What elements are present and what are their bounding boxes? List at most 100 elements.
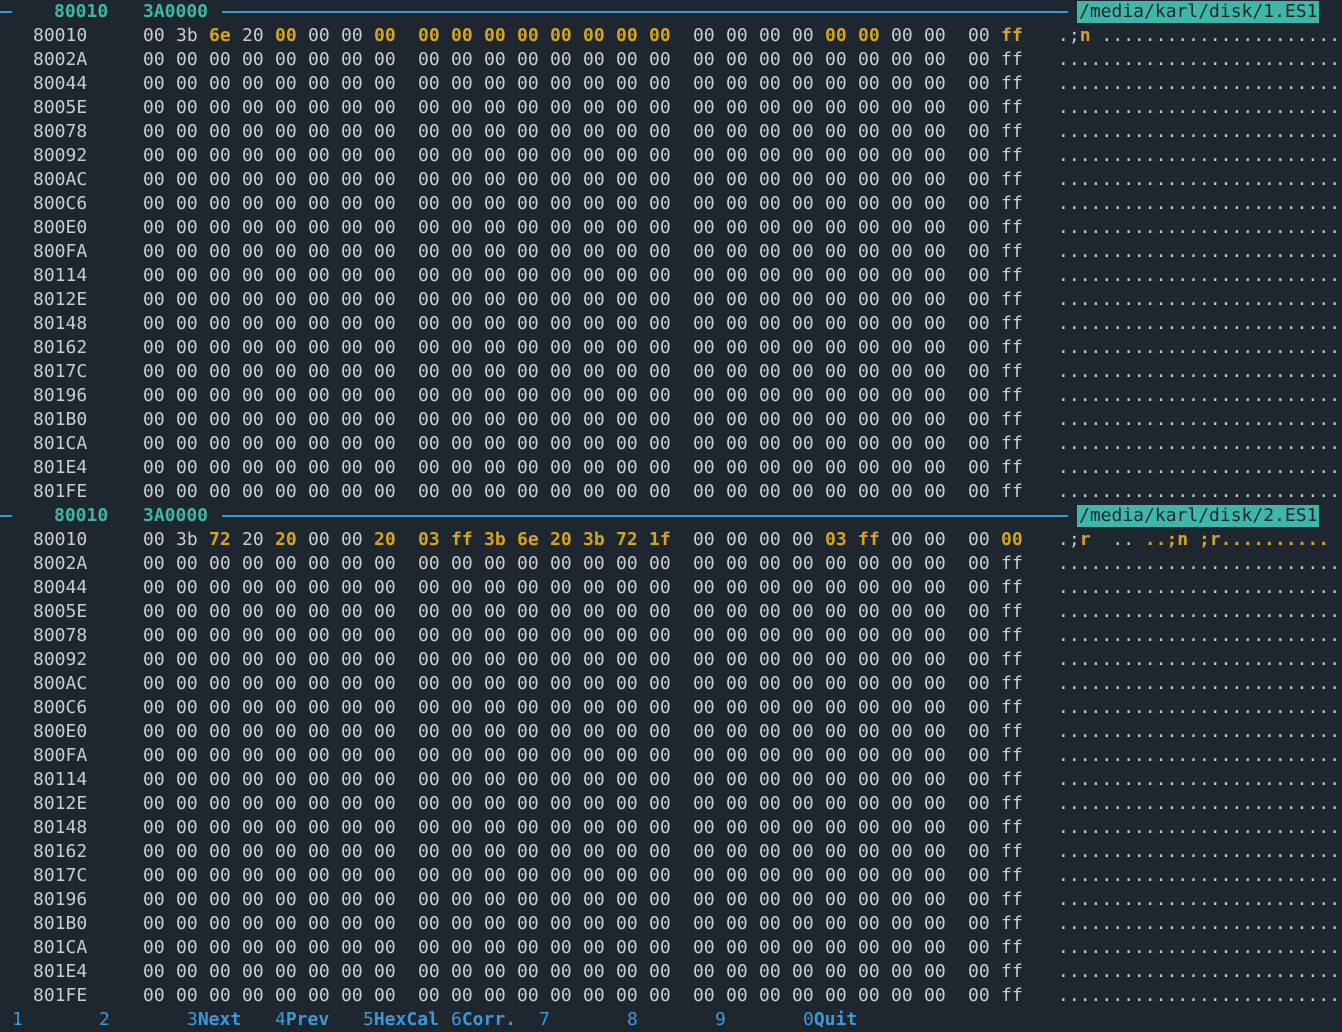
- hex-row[interactable]: 801FE 00 00 00 00 00 00 00 00 00 00 00 00 00 00 00 00 00 0…: [0, 480, 1342, 504]
- hex-byte[interactable]: 00: [924, 792, 946, 816]
- hex-row[interactable]: 80148 00 00 00 00 00 00 00 00 00 00 00 00 00 00 00 00 00 0…: [0, 816, 1342, 840]
- hex-byte[interactable]: 00: [550, 120, 572, 144]
- hex-byte[interactable]: 00: [209, 192, 231, 216]
- hex-byte[interactable]: ff: [1001, 288, 1023, 312]
- hex-byte[interactable]: 00: [484, 696, 506, 720]
- hex-byte[interactable]: 00: [484, 144, 506, 168]
- hex-byte[interactable]: 00: [924, 264, 946, 288]
- hex-byte[interactable]: 00: [891, 744, 913, 768]
- hex-byte[interactable]: 00: [517, 264, 539, 288]
- ascii-column[interactable]: ..........................: [1058, 864, 1340, 888]
- hex-byte[interactable]: 00: [418, 360, 440, 384]
- hex-byte[interactable]: 00: [583, 912, 605, 936]
- ascii-column[interactable]: ..........................: [1058, 888, 1340, 912]
- hex-byte[interactable]: 00: [583, 696, 605, 720]
- hex-byte[interactable]: 00: [616, 960, 638, 984]
- hex-byte[interactable]: 00: [308, 96, 330, 120]
- hex-byte[interactable]: 00: [143, 240, 165, 264]
- hex-byte[interactable]: 00: [726, 456, 748, 480]
- ascii-column[interactable]: ..........................: [1058, 480, 1340, 504]
- hex-byte[interactable]: 00: [825, 888, 847, 912]
- hex-byte[interactable]: 00: [341, 312, 363, 336]
- hex-byte[interactable]: 00: [143, 792, 165, 816]
- hex-byte[interactable]: 20: [550, 528, 572, 552]
- hex-byte[interactable]: 00: [858, 552, 880, 576]
- hex-byte[interactable]: 00: [583, 768, 605, 792]
- hex-byte[interactable]: 00: [451, 216, 473, 240]
- fkey-2[interactable]: 2: [99, 1008, 110, 1032]
- hex-byte[interactable]: 00: [616, 744, 638, 768]
- hex-byte[interactable]: 00: [484, 456, 506, 480]
- hex-byte[interactable]: 00: [825, 216, 847, 240]
- hex-byte[interactable]: 00: [968, 600, 990, 624]
- hex-byte[interactable]: 00: [275, 216, 297, 240]
- hex-row[interactable]: 80010 00 3b 72 20 20 00 00 20 03 ff 3b 6e 20 3b 72 1f 00 0…: [0, 528, 1342, 552]
- hex-byte[interactable]: 00: [418, 912, 440, 936]
- hex-byte[interactable]: 00: [858, 168, 880, 192]
- hex-byte[interactable]: 00: [242, 432, 264, 456]
- hex-byte[interactable]: 00: [451, 840, 473, 864]
- hex-byte[interactable]: 00: [792, 672, 814, 696]
- hex-byte[interactable]: 00: [792, 624, 814, 648]
- hex-byte[interactable]: 00: [341, 264, 363, 288]
- ascii-column[interactable]: ..........................: [1058, 720, 1340, 744]
- hex-byte[interactable]: 00: [308, 144, 330, 168]
- hex-byte[interactable]: 00: [308, 816, 330, 840]
- hex-byte[interactable]: 00: [693, 192, 715, 216]
- ascii-column[interactable]: ..........................: [1058, 432, 1340, 456]
- hex-byte[interactable]: 00: [792, 240, 814, 264]
- hex-byte[interactable]: 00: [825, 696, 847, 720]
- hex-byte[interactable]: 00: [550, 624, 572, 648]
- hex-byte[interactable]: 00: [759, 48, 781, 72]
- hex-byte[interactable]: 00: [176, 384, 198, 408]
- hex-byte[interactable]: 00: [858, 264, 880, 288]
- hex-byte[interactable]: 00: [726, 168, 748, 192]
- fkey-1[interactable]: 1: [12, 1008, 23, 1032]
- hex-byte[interactable]: 00: [616, 480, 638, 504]
- hex-byte[interactable]: 00: [924, 744, 946, 768]
- hex-byte[interactable]: 00: [341, 600, 363, 624]
- hex-byte[interactable]: 00: [550, 408, 572, 432]
- hex-byte[interactable]: 00: [924, 72, 946, 96]
- hex-byte[interactable]: 00: [484, 936, 506, 960]
- hex-byte[interactable]: 00: [968, 576, 990, 600]
- hex-byte[interactable]: 00: [924, 24, 946, 48]
- hex-byte[interactable]: 00: [726, 960, 748, 984]
- hex-byte[interactable]: 00: [308, 72, 330, 96]
- hex-byte[interactable]: 00: [209, 216, 231, 240]
- hex-row[interactable]: 801B0 00 00 00 00 00 00 00 00 00 00 00 00 00 00 00 00 00 0…: [0, 912, 1342, 936]
- hex-byte[interactable]: 00: [616, 288, 638, 312]
- hex-byte[interactable]: 00: [759, 240, 781, 264]
- hex-byte[interactable]: 00: [924, 360, 946, 384]
- hex-byte[interactable]: 00: [341, 72, 363, 96]
- hex-byte[interactable]: 00: [484, 192, 506, 216]
- hex-byte[interactable]: 00: [858, 912, 880, 936]
- hex-byte[interactable]: 00: [484, 552, 506, 576]
- hex-byte[interactable]: 00: [143, 432, 165, 456]
- hex-byte[interactable]: 00: [825, 24, 847, 48]
- hex-byte[interactable]: 00: [968, 672, 990, 696]
- hex-byte[interactable]: 00: [418, 432, 440, 456]
- hex-byte[interactable]: 00: [308, 168, 330, 192]
- hex-byte[interactable]: 00: [308, 648, 330, 672]
- hex-byte[interactable]: 00: [649, 240, 671, 264]
- hex-byte[interactable]: 00: [693, 240, 715, 264]
- hex-byte[interactable]: ff: [1001, 600, 1023, 624]
- hex-byte[interactable]: 00: [693, 624, 715, 648]
- hex-byte[interactable]: 00: [484, 360, 506, 384]
- hex-byte[interactable]: 00: [792, 984, 814, 1008]
- hex-byte[interactable]: 00: [308, 840, 330, 864]
- hex-byte[interactable]: 00: [891, 864, 913, 888]
- hex-byte[interactable]: 00: [693, 384, 715, 408]
- hex-byte[interactable]: 00: [451, 864, 473, 888]
- hex-byte[interactable]: 00: [616, 552, 638, 576]
- hex-byte[interactable]: 00: [374, 576, 396, 600]
- hex-byte[interactable]: 00: [209, 72, 231, 96]
- hex-byte[interactable]: 00: [176, 168, 198, 192]
- hex-byte[interactable]: 00: [726, 912, 748, 936]
- hex-byte[interactable]: 00: [693, 216, 715, 240]
- hex-byte[interactable]: 00: [374, 192, 396, 216]
- hex-byte[interactable]: 00: [968, 216, 990, 240]
- hex-byte[interactable]: 00: [792, 768, 814, 792]
- hex-byte[interactable]: 00: [143, 264, 165, 288]
